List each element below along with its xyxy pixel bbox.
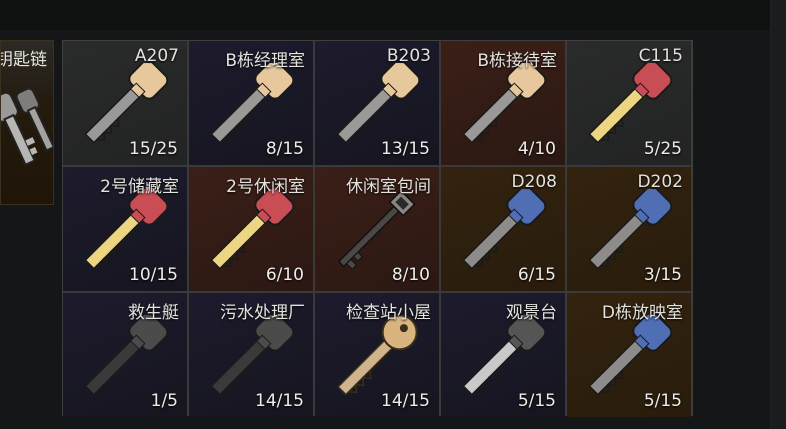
key-icon [210,63,295,143]
key-slot[interactable]: A207 15/25 [63,41,187,165]
key-count: 8/15 [265,139,304,159]
key-slot[interactable]: 2号休闲室 6/10 [189,167,313,291]
key-slot[interactable]: D202 3/15 [567,167,691,291]
keychain-label: 钥匙链 [0,50,47,70]
key-count: 10/15 [129,265,178,285]
key-name: 2号储藏室 [100,177,179,197]
key-icon [588,315,673,395]
scrollbar-track[interactable] [770,0,786,429]
keychain-slot[interactable]: 钥匙链 [0,40,54,205]
key-inventory-grid: A207 15/25 B栋经理室 8/15 B203 13/15 B栋接待室 4/10 … [62,40,693,417]
key-slot[interactable]: 污水处理厂 14/15 [189,293,313,417]
key-name: 检查站小屋 [346,303,431,323]
top-bar [0,0,786,30]
key-slot[interactable]: B栋接待室 4/10 [441,41,565,165]
key-name: C115 [638,46,683,66]
key-icon [462,315,547,395]
key-slot[interactable]: B栋经理室 8/15 [189,41,313,165]
key-count: 5/15 [517,391,556,411]
key-count: 4/10 [517,139,556,159]
key-slot[interactable]: 检查站小屋 14/15 [315,293,439,417]
key-count: 6/10 [265,265,304,285]
key-count: 3/15 [643,265,682,285]
key-icon [462,63,547,143]
key-slot[interactable]: 观景台 5/15 [441,293,565,417]
key-slot[interactable]: D208 6/15 [441,167,565,291]
key-name: D栋放映室 [601,303,683,323]
key-icon [84,315,169,395]
key-name: A207 [134,46,179,66]
key-name: B203 [386,46,431,66]
key-icon [588,63,673,143]
key-icon [337,315,418,395]
key-count: 5/15 [643,391,682,411]
key-icon [210,315,295,395]
key-slot[interactable]: D栋放映室 5/15 [567,293,691,417]
key-icon [84,189,169,269]
key-name: 观景台 [506,303,557,323]
key-icon [462,189,547,269]
key-name: B栋经理室 [225,51,305,71]
keychain-icon [1,87,53,166]
key-icon [337,189,416,269]
key-name: D208 [511,172,557,192]
key-count: 8/10 [391,265,430,285]
key-slot[interactable]: C115 5/25 [567,41,691,165]
key-name: 救生艇 [128,303,179,323]
key-count: 15/25 [129,139,178,159]
key-count: 5/25 [643,139,682,159]
key-name: D202 [637,172,683,192]
key-count: 14/15 [255,391,304,411]
key-icon [210,189,295,269]
key-name: 2号休闲室 [226,177,305,197]
key-icon [84,63,169,143]
key-count: 14/15 [381,391,430,411]
key-icon [588,189,673,269]
key-name: 污水处理厂 [220,303,305,323]
key-slot[interactable]: 2号储藏室 10/15 [63,167,187,291]
key-count: 13/15 [381,139,430,159]
key-name: 休闲室包间 [346,177,431,197]
key-slot[interactable]: B203 13/15 [315,41,439,165]
key-slot[interactable]: 救生艇 1/5 [63,293,187,417]
key-slot[interactable]: 休闲室包间 8/10 [315,167,439,291]
key-name: B栋接待室 [477,51,557,71]
key-count: 6/15 [517,265,556,285]
key-count: 1/5 [150,391,178,411]
key-icon [336,63,421,143]
